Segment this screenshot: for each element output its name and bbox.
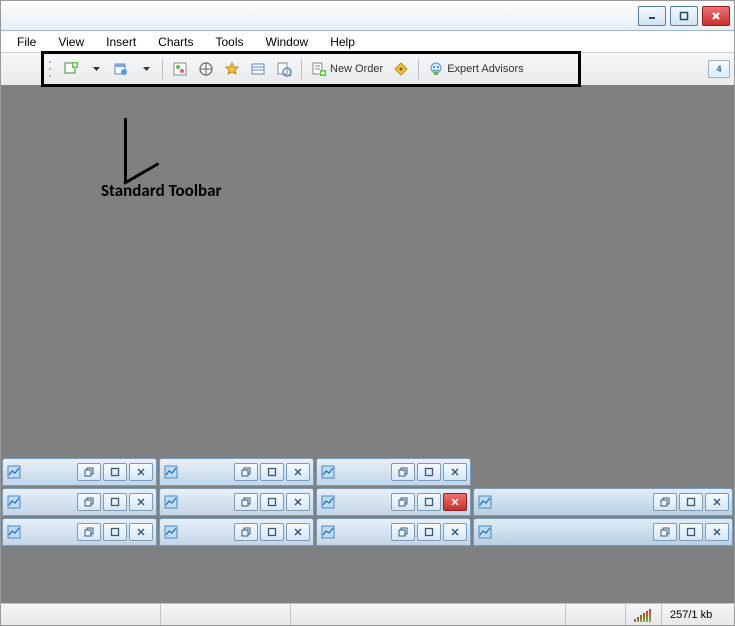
- new-chart-dropdown[interactable]: [85, 58, 107, 80]
- menu-help[interactable]: Help: [320, 33, 365, 51]
- chart-window-icon: [163, 464, 179, 480]
- minimized-window[interactable]: [316, 518, 471, 546]
- child-maximize-button[interactable]: [103, 463, 127, 481]
- child-close-button[interactable]: [286, 523, 310, 541]
- data-window-button[interactable]: [194, 58, 218, 80]
- child-restore-button[interactable]: [391, 463, 415, 481]
- child-maximize-button[interactable]: [417, 523, 441, 541]
- chart-window-icon: [6, 524, 22, 540]
- new-order-label: New Order: [330, 63, 383, 75]
- expert-advisors-label: Expert Advisors: [447, 63, 523, 75]
- annotation-arrow-line: [124, 118, 127, 183]
- menu-tools[interactable]: Tools: [206, 33, 254, 51]
- child-close-button[interactable]: [705, 493, 729, 511]
- status-cell: [1, 604, 161, 625]
- minimized-windows-container: [1, 457, 734, 603]
- child-maximize-button[interactable]: [103, 493, 127, 511]
- child-close-button[interactable]: [286, 463, 310, 481]
- terminal-button[interactable]: [246, 58, 270, 80]
- connection-signal-icon: [626, 604, 662, 625]
- child-close-button[interactable]: [129, 493, 153, 511]
- child-restore-button[interactable]: [77, 493, 101, 511]
- child-restore-button[interactable]: [653, 493, 677, 511]
- toolbar-area: New Order Expert Advisors 4: [1, 53, 734, 85]
- menu-window[interactable]: Window: [256, 33, 319, 51]
- minimized-window[interactable]: [159, 458, 314, 486]
- child-maximize-button[interactable]: [260, 523, 284, 541]
- menu-view[interactable]: View: [48, 33, 94, 51]
- menubar: File View Insert Charts Tools Window Hel…: [1, 31, 734, 53]
- toolbar-separator: [301, 59, 302, 79]
- minimized-window[interactable]: [473, 518, 733, 546]
- chart-window-icon: [6, 494, 22, 510]
- profiles-button[interactable]: [109, 58, 133, 80]
- minimized-window[interactable]: [2, 488, 157, 516]
- child-close-button[interactable]: [286, 493, 310, 511]
- chart-window-icon: [320, 464, 336, 480]
- child-close-button[interactable]: [443, 493, 467, 511]
- chart-window-icon: [320, 524, 336, 540]
- metaquotes-button[interactable]: [389, 58, 413, 80]
- toolbar-right-indicator[interactable]: 4: [708, 60, 730, 78]
- market-watch-button[interactable]: [168, 58, 192, 80]
- status-cell: [161, 604, 291, 625]
- menu-file[interactable]: File: [7, 33, 46, 51]
- child-maximize-button[interactable]: [103, 523, 127, 541]
- chart-window-icon: [477, 494, 493, 510]
- minimized-window[interactable]: [473, 488, 733, 516]
- close-button[interactable]: [702, 6, 730, 26]
- child-restore-button[interactable]: [77, 523, 101, 541]
- child-restore-button[interactable]: [234, 523, 258, 541]
- child-restore-button[interactable]: [234, 493, 258, 511]
- new-order-button[interactable]: New Order: [307, 58, 387, 80]
- navigator-button[interactable]: [220, 58, 244, 80]
- child-maximize-button[interactable]: [417, 463, 441, 481]
- statusbar: 257/1 kb: [1, 603, 734, 625]
- mdi-workspace: Standard Toolbar: [1, 85, 734, 603]
- minimized-window[interactable]: [2, 458, 157, 486]
- minimized-window[interactable]: [159, 488, 314, 516]
- chart-window-icon: [163, 494, 179, 510]
- status-transfer: 257/1 kb: [662, 604, 734, 625]
- new-chart-button[interactable]: [59, 58, 83, 80]
- minimize-button[interactable]: [638, 6, 666, 26]
- chart-window-icon: [6, 464, 22, 480]
- expert-advisors-button[interactable]: Expert Advisors: [424, 58, 527, 80]
- toolbar-separator: [418, 59, 419, 79]
- child-restore-button[interactable]: [391, 523, 415, 541]
- toolbar-grip-icon[interactable]: [49, 59, 55, 79]
- chart-window-icon: [163, 524, 179, 540]
- child-maximize-button[interactable]: [679, 523, 703, 541]
- minimized-window[interactable]: [316, 458, 471, 486]
- child-restore-button[interactable]: [234, 463, 258, 481]
- minimized-window-active[interactable]: [316, 488, 471, 516]
- child-maximize-button[interactable]: [679, 493, 703, 511]
- standard-toolbar: New Order Expert Advisors: [45, 56, 532, 82]
- profiles-dropdown[interactable]: [135, 58, 157, 80]
- child-maximize-button[interactable]: [260, 493, 284, 511]
- chart-window-icon: [477, 524, 493, 540]
- menu-charts[interactable]: Charts: [148, 33, 203, 51]
- status-cell: [291, 604, 566, 625]
- child-close-button[interactable]: [443, 463, 467, 481]
- child-close-button[interactable]: [443, 523, 467, 541]
- maximize-button[interactable]: [670, 6, 698, 26]
- strategy-tester-button[interactable]: [272, 58, 296, 80]
- status-cell: [566, 604, 626, 625]
- child-maximize-button[interactable]: [260, 463, 284, 481]
- child-close-button[interactable]: [129, 463, 153, 481]
- child-restore-button[interactable]: [653, 523, 677, 541]
- child-close-button[interactable]: [129, 523, 153, 541]
- child-restore-button[interactable]: [77, 463, 101, 481]
- chart-window-icon: [320, 494, 336, 510]
- child-maximize-button[interactable]: [417, 493, 441, 511]
- minimized-window[interactable]: [159, 518, 314, 546]
- menu-insert[interactable]: Insert: [96, 33, 146, 51]
- minimized-window[interactable]: [2, 518, 157, 546]
- child-restore-button[interactable]: [391, 493, 415, 511]
- toolbar-separator: [162, 59, 163, 79]
- titlebar: [1, 1, 734, 31]
- child-close-button[interactable]: [705, 523, 729, 541]
- annotation-label: Standard Toolbar: [101, 180, 222, 201]
